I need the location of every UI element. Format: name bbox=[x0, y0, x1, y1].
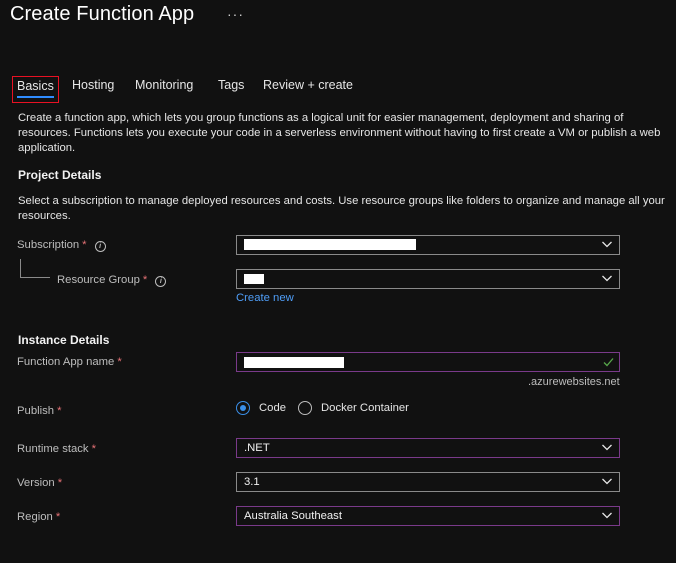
region-dropdown[interactable]: Australia Southeast bbox=[236, 506, 620, 526]
version-label: Version * bbox=[17, 477, 62, 489]
function-app-name-label: Function App name * bbox=[17, 356, 122, 368]
chevron-down-icon bbox=[602, 512, 612, 519]
checkmark-icon bbox=[603, 358, 614, 367]
version-label-text: Version bbox=[17, 477, 55, 489]
radio-selected-dot bbox=[240, 405, 246, 411]
required-marker: * bbox=[91, 443, 96, 455]
tab-tags[interactable]: Tags bbox=[218, 76, 244, 102]
required-marker: * bbox=[55, 511, 61, 523]
project-details-description: Select a subscription to manage deployed… bbox=[18, 195, 665, 222]
runtime-stack-label: Runtime stack * bbox=[17, 443, 96, 455]
chevron-down-icon bbox=[602, 275, 612, 282]
function-app-name-label-text: Function App name bbox=[17, 356, 115, 368]
instance-details-heading: Instance Details bbox=[18, 333, 110, 347]
redacted-resource-group-value bbox=[244, 274, 264, 284]
info-icon[interactable]: i bbox=[94, 241, 106, 252]
page-title: Create Function App bbox=[10, 3, 195, 25]
publish-code-radio[interactable] bbox=[236, 401, 250, 415]
publish-label: Publish * bbox=[17, 405, 61, 417]
resource-group-dropdown[interactable] bbox=[236, 269, 620, 289]
redacted-function-app-name-value bbox=[244, 357, 344, 368]
resource-group-label: Resource Group * i bbox=[57, 274, 167, 287]
version-dropdown[interactable]: 3.1 bbox=[236, 472, 620, 492]
intro-description: Create a function app, which lets you gr… bbox=[18, 112, 661, 154]
required-marker: * bbox=[57, 477, 63, 489]
subscription-label: Subscription * i bbox=[17, 239, 106, 252]
domain-suffix: .azurewebsites.net bbox=[528, 376, 620, 388]
chevron-down-icon bbox=[602, 478, 612, 485]
subscription-dropdown[interactable] bbox=[236, 235, 620, 255]
tab-monitoring[interactable]: Monitoring bbox=[135, 76, 193, 102]
create-function-app-page: Create Function App ··· Basics Hosting M… bbox=[0, 0, 676, 563]
info-icon[interactable]: i bbox=[155, 276, 167, 287]
tree-connector-line bbox=[20, 277, 50, 278]
tree-connector-line bbox=[20, 259, 21, 277]
region-value: Australia Southeast bbox=[244, 510, 342, 522]
publish-docker-radio[interactable] bbox=[298, 401, 312, 415]
required-marker: * bbox=[142, 274, 148, 286]
tab-basics[interactable]: Basics bbox=[12, 76, 59, 103]
tab-hosting[interactable]: Hosting bbox=[72, 76, 114, 102]
redacted-subscription-value bbox=[244, 239, 416, 250]
region-label-text: Region bbox=[17, 511, 53, 523]
required-marker: * bbox=[57, 405, 62, 417]
publish-label-text: Publish bbox=[17, 405, 55, 417]
active-tab-indicator bbox=[17, 96, 54, 98]
runtime-stack-dropdown[interactable]: .NET bbox=[236, 438, 620, 458]
project-details-heading: Project Details bbox=[18, 168, 102, 182]
required-marker: * bbox=[82, 239, 87, 251]
publish-code-label[interactable]: Code bbox=[259, 402, 286, 414]
resource-group-label-text: Resource Group bbox=[57, 274, 140, 286]
tab-basics-label: Basics bbox=[17, 79, 54, 93]
function-app-name-input[interactable] bbox=[236, 352, 620, 372]
chevron-down-icon bbox=[602, 444, 612, 451]
create-new-resource-group-link[interactable]: Create new bbox=[236, 292, 294, 304]
tab-review-create[interactable]: Review + create bbox=[263, 76, 353, 102]
more-options-button[interactable]: ··· bbox=[227, 6, 244, 22]
chevron-down-icon bbox=[602, 241, 612, 248]
runtime-stack-label-text: Runtime stack bbox=[17, 443, 89, 455]
required-marker: * bbox=[117, 356, 122, 368]
region-label: Region * bbox=[17, 511, 60, 523]
publish-docker-label[interactable]: Docker Container bbox=[321, 402, 409, 414]
subscription-label-text: Subscription bbox=[17, 239, 80, 251]
version-value: 3.1 bbox=[244, 476, 260, 488]
runtime-stack-value: .NET bbox=[244, 442, 270, 454]
